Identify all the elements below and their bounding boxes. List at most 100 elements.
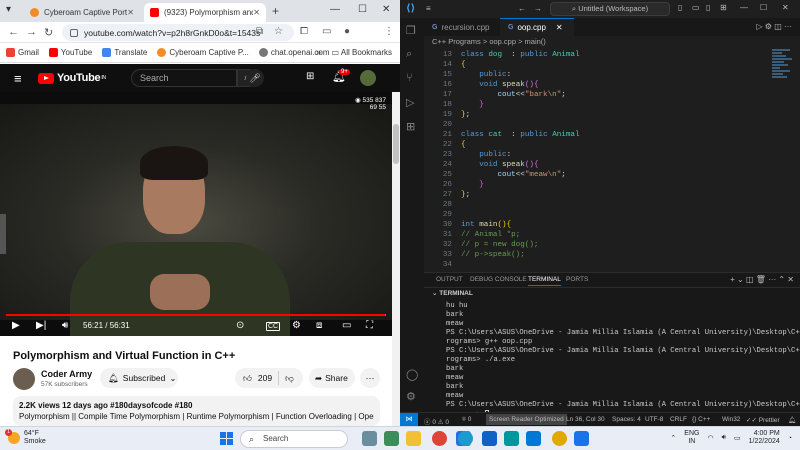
layout-sidebar-icon[interactable]: ▯ bbox=[678, 3, 682, 12]
arduino-icon[interactable] bbox=[504, 431, 519, 446]
chrome2-icon[interactable] bbox=[552, 431, 567, 446]
youtube-logo[interactable]: YouTube IN bbox=[38, 72, 106, 84]
code-line[interactable]: 20 bbox=[424, 120, 794, 130]
minimize-icon[interactable]: — bbox=[330, 4, 340, 15]
scrollbar-thumb[interactable] bbox=[393, 124, 399, 164]
profile-icon[interactable]: ● bbox=[344, 26, 350, 37]
code-line[interactable]: 24 void speak(){ bbox=[424, 160, 794, 170]
subtitles-icon[interactable]: CC bbox=[266, 322, 281, 331]
code-line[interactable]: 19}; bbox=[424, 110, 794, 120]
video-frame[interactable] bbox=[0, 104, 392, 336]
browser-tab-youtube[interactable]: (9323) Polymorphism and Virt... ✕ bbox=[144, 3, 266, 22]
like-dislike-button[interactable]: 👍︎ 209 👎︎ bbox=[235, 368, 303, 388]
indentation[interactable]: Spaces: 4 bbox=[612, 416, 641, 423]
cursor-position[interactable]: Ln 36, Col 30 bbox=[566, 416, 605, 423]
code-line[interactable]: 14 { bbox=[424, 60, 794, 70]
autoplay-toggle-icon[interactable]: ⊙ bbox=[236, 320, 244, 331]
tab-ports[interactable]: PORTS bbox=[566, 276, 588, 283]
remote-indicator-icon[interactable]: ⋈ bbox=[400, 413, 418, 426]
maximize-panel-icon[interactable]: ⌃ bbox=[778, 275, 785, 284]
bookmark-translate[interactable]: Translate bbox=[102, 48, 147, 57]
code-editor[interactable]: 13 class dog : public Animal 14 {15 public:… bbox=[424, 48, 800, 268]
reload-icon[interactable]: ↻ bbox=[44, 26, 53, 39]
start-button-windows-icon[interactable] bbox=[220, 432, 233, 445]
new-tab-icon[interactable]: + bbox=[272, 4, 279, 18]
vscode-icon[interactable] bbox=[526, 431, 541, 446]
problems-indicator[interactable]: ⓧ 0 ⚠ 0 bbox=[424, 416, 449, 426]
code-line[interactable]: 33 // p->speak(); bbox=[424, 250, 794, 260]
tab-close-icon[interactable]: ✕ bbox=[253, 8, 260, 17]
outlook-icon[interactable] bbox=[482, 431, 497, 446]
code-line[interactable]: 25 cout<<"meaw\n"; bbox=[424, 170, 794, 180]
hamburger-menu-icon[interactable]: ≡ bbox=[14, 71, 22, 86]
close-window-icon[interactable]: ✕ bbox=[382, 4, 390, 15]
miniplayer-icon[interactable]: ⧈ bbox=[316, 320, 322, 331]
nav-back-icon[interactable]: ← bbox=[518, 4, 526, 13]
video-description[interactable]: 2.2K views 12 days ago #180daysofcode #1… bbox=[13, 396, 380, 426]
new-terminal-plus-icon[interactable]: + bbox=[730, 275, 735, 284]
tab-terminal[interactable]: TERMINAL bbox=[528, 276, 561, 286]
command-center[interactable]: ⌕ Untitled (Workspace) bbox=[550, 2, 670, 16]
nav-forward-icon[interactable]: → bbox=[534, 4, 542, 13]
search-icon[interactable]: ⌕ bbox=[406, 48, 412, 61]
code-line[interactable]: 29 bbox=[424, 210, 794, 220]
cast-icon[interactable]: ⧉ bbox=[256, 26, 263, 37]
browser-tab-cyberoam[interactable]: Cyberoam Captive Portal ✕ bbox=[24, 3, 140, 22]
meet-icon[interactable] bbox=[384, 431, 399, 446]
code-line[interactable]: 16 void speak(){ bbox=[424, 80, 794, 90]
maximize-icon[interactable]: ☐ bbox=[358, 4, 367, 15]
subscribed-button[interactable]: 🔔︎ Subscribed ⌄ bbox=[100, 368, 178, 388]
voice-search-button[interactable]: 🎤︎ bbox=[246, 69, 264, 87]
account-icon[interactable]: ◯ bbox=[406, 368, 418, 381]
editor-tab-oop[interactable]: Goop.cpp ✕ bbox=[500, 18, 574, 36]
video-progress-bar[interactable] bbox=[6, 314, 386, 316]
code-line[interactable]: 21 class cat : public Animal bbox=[424, 130, 794, 140]
customize-layout-icon[interactable]: ⊞ bbox=[720, 3, 727, 12]
editor-tab-recursion[interactable]: Grecursion.cpp bbox=[424, 18, 500, 36]
close-panel-icon[interactable]: ✕ bbox=[787, 275, 794, 284]
next-video-icon[interactable]: ▶| bbox=[36, 320, 46, 331]
layout-panel-icon[interactable]: ▭ bbox=[692, 3, 700, 12]
fullscreen-icon[interactable]: ⛶ bbox=[366, 320, 373, 331]
account-avatar[interactable] bbox=[360, 70, 376, 86]
site-info-icon[interactable] bbox=[70, 28, 78, 37]
language-mode[interactable]: {} C++ bbox=[692, 416, 710, 423]
trash-icon[interactable]: 🗑︎ bbox=[756, 275, 766, 284]
chevron-down-icon[interactable]: ⌄ bbox=[737, 275, 744, 284]
bookmark-star-icon[interactable]: ☆ bbox=[274, 26, 283, 37]
code-line[interactable]: 26 } bbox=[424, 180, 794, 190]
code-line[interactable]: 23 public: bbox=[424, 150, 794, 160]
minimize-icon[interactable]: — bbox=[740, 3, 748, 12]
bookmark-cyberoam[interactable]: Cyberoam Captive P... bbox=[157, 48, 249, 57]
source-control-icon[interactable]: ⑂ bbox=[406, 72, 413, 84]
thumbs-down-icon[interactable]: 👎︎ bbox=[285, 373, 294, 384]
terminal-output[interactable]: hu hu bark meaw PS C:\Users\ASUS\OneDrive -… bbox=[424, 299, 800, 420]
notification-center-icon[interactable]: ◔ bbox=[788, 435, 792, 442]
more-icon[interactable]: ··· bbox=[784, 22, 792, 31]
edge-icon[interactable] bbox=[458, 431, 473, 446]
chrome-icon[interactable] bbox=[432, 431, 447, 446]
page-scrollbar[interactable] bbox=[392, 92, 400, 426]
all-bookmarks[interactable]: ▭ All Bookmarks bbox=[332, 48, 392, 57]
screen-reader-status[interactable]: Screen Reader Optimized bbox=[486, 414, 567, 425]
tab-search-icon[interactable]: ▾ bbox=[6, 4, 11, 15]
taskbar-search[interactable]: ⌕ Search bbox=[240, 430, 348, 448]
more-bookmarks-icon[interactable]: » bbox=[316, 47, 321, 57]
run-debug-icon[interactable]: ▷ bbox=[406, 96, 414, 109]
play-icon[interactable]: ▶ bbox=[12, 320, 20, 331]
ports-indicator[interactable]: ⍟ 0 bbox=[462, 416, 471, 424]
files-icon[interactable] bbox=[362, 431, 377, 446]
maximize-icon[interactable]: ☐ bbox=[760, 3, 767, 12]
youtube-search-input[interactable]: Search bbox=[131, 69, 237, 87]
extensions-icon[interactable]: ⊞ bbox=[406, 120, 415, 133]
battery-icon[interactable]: ▭ bbox=[734, 434, 741, 442]
clock[interactable]: 4:00 PM 1/22/2024 bbox=[749, 430, 780, 446]
volume-icon[interactable]: 🔊︎ bbox=[62, 320, 68, 331]
breadcrumb[interactable]: C++ Programs > oop.cpp > main() bbox=[424, 36, 800, 48]
manage-gear-icon[interactable]: ⚙ bbox=[406, 390, 416, 403]
code-line[interactable]: 30 int main(){ bbox=[424, 220, 794, 230]
prettier-status[interactable]: ✓✓ Prettier bbox=[746, 416, 780, 424]
menu-more-icon[interactable]: ≡ bbox=[426, 4, 431, 13]
platform[interactable]: Win32 bbox=[722, 416, 740, 423]
code-line[interactable]: 15 public: bbox=[424, 70, 794, 80]
